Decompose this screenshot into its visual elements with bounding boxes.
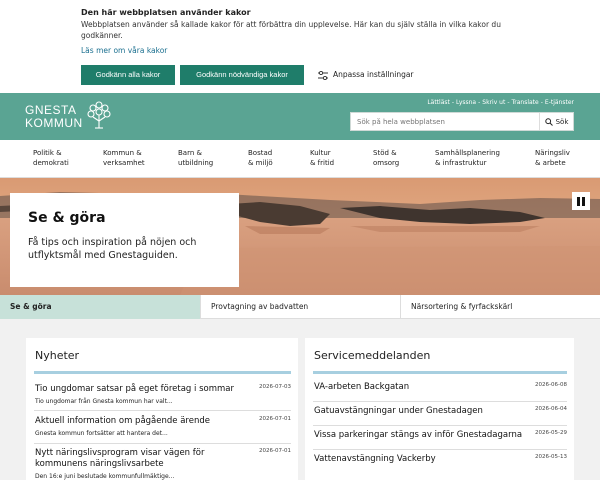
news-item-date: 2026-07-03 [259,384,291,390]
news-item-summary: Tio ungdomar från Gnesta kommun har valt… [35,398,173,405]
nav-item-children-education[interactable]: Barn & utbildning [178,148,213,168]
nav-label-line2: verksamhet [103,159,145,167]
nav-item-housing-environment[interactable]: Bostad & miljö [248,148,273,168]
news-item[interactable]: Aktuell information om pågående ärende 2… [34,416,291,444]
service-item-title: Vissa parkeringar stängs av inför Gnesta… [314,430,523,440]
cookie-description: Webbplatsen använder så kallade kakor fö… [81,20,501,40]
nav-label-line2: demokrati [33,159,69,167]
nav-label-line2: & infrastruktur [435,159,487,167]
top-link-separator: - [478,99,481,106]
sub-nav: Se & göra Provtagning av badvatten Närso… [0,295,600,319]
site-logo[interactable]: GNESTA KOMMUN [25,100,115,132]
subnav-item[interactable]: Närsortering & fyrfackskärl [400,295,600,319]
service-item[interactable]: Gatuavstängningar under Gnestadagen 2026… [313,402,567,426]
nav-item-politics[interactable]: Politik & demokrati [33,148,69,168]
nav-label-line2: & fritid [310,159,335,167]
nav-label-line2: utbildning [178,159,214,167]
pause-icon [582,196,585,206]
top-link-separator: - [451,99,455,106]
top-link-e-services[interactable]: E-tjänster [545,99,574,106]
cookie-read-more-link[interactable]: Läs mer om våra kakor [81,46,167,55]
news-item-summary: Den 16:e juni beslutade kommunfullmäktig… [35,473,175,480]
subnav-item[interactable]: Provtagning av badvatten [200,295,400,319]
nav-label-line1: Barn & [178,149,202,157]
nav-label-line1: Näringsliv [535,149,570,157]
news-divider [34,371,291,374]
cookie-settings-label: Anpassa inställningar [333,70,414,79]
accept-necessary-cookies-button[interactable]: Godkänn nödvändiga kakor [180,65,304,85]
service-item[interactable]: VA-arbeten Backgatan 2026-06-08 [313,378,567,402]
service-item-title: Vattenavstängning Vackerby [314,454,436,464]
top-link-print[interactable]: Skriv ut [482,99,505,106]
service-divider [313,371,567,374]
nav-item-business-work[interactable]: Näringsliv & arbete [535,148,570,168]
nav-label-line2: & arbete [535,159,566,167]
pause-button[interactable] [572,192,590,210]
nav-label-line1: Stöd & [373,149,397,157]
nav-label-line1: Samhällsplanering [435,149,500,157]
search-button[interactable]: Sök [539,113,573,130]
nav-item-support-care[interactable]: Stöd & omsorg [373,148,399,168]
cookie-settings-button[interactable]: Anpassa inställningar [318,66,414,84]
service-item-title: Gatuavstängningar under Gnestadagen [314,406,483,416]
search-input[interactable] [351,113,539,130]
top-links: Lättläst - Lyssna - Skriv ut - Translate… [427,99,574,106]
service-item[interactable]: Vissa parkeringar stängs av inför Gnesta… [313,426,567,450]
sliders-icon [318,70,328,80]
nav-label-line1: Kultur [310,149,331,157]
news-item[interactable]: Nytt näringslivsprogram visar vägen för … [34,448,291,480]
nav-label-line1: Bostad [248,149,273,157]
service-item[interactable]: Vattenavstängning Vackerby 2026-05-13 [313,450,567,474]
nav-item-culture-leisure[interactable]: Kultur & fritid [310,148,334,168]
hero-text: Få tips och inspiration på nöjen och utf… [28,237,197,261]
news-item-summary: Gnesta kommun fortsätter att hantera det… [35,430,168,437]
logo-tree-icon [87,101,111,129]
service-panel: Servicemeddelanden VA-arbeten Backgatan … [305,338,574,480]
nav-label-line1: Politik & [33,149,62,157]
nav-item-planning-infrastructure[interactable]: Samhällsplanering & infrastruktur [435,148,500,168]
service-title: Servicemeddelanden [314,349,431,362]
news-item-title: Tio ungdomar satsar på eget företag i so… [35,384,234,394]
service-item-date: 2026-05-29 [535,430,567,436]
nav-label-line2: omsorg [373,159,400,167]
search-bar: Sök [350,112,574,131]
top-link-separator: - [540,99,543,106]
news-panel: Nyheter Tio ungdomar satsar på eget före… [26,338,298,480]
top-link-separator: - [507,99,510,106]
nav-label-line1: Kommun & [103,149,142,157]
main-nav: Politik & demokrati Kommun & verksamhet Ba… [0,140,600,178]
service-item-date: 2026-06-08 [535,382,567,388]
news-item-title: Nytt näringslivsprogram visar vägen för … [35,448,205,469]
service-item-date: 2026-05-13 [535,454,567,460]
search-icon [544,117,553,126]
news-item-date: 2026-07-01 [259,416,291,422]
news-item-date: 2026-07-01 [259,448,291,454]
hero-title: Se & göra [28,210,106,226]
news-item[interactable]: Tio ungdomar satsar på eget företag i so… [34,384,291,411]
service-item-date: 2026-06-04 [535,406,567,412]
nav-label-line2: & miljö [248,159,273,167]
service-item-title: VA-arbeten Backgatan [314,382,410,392]
logo-text-line1: GNESTA [25,103,77,117]
search-button-label: Sök [555,117,569,126]
pause-icon [577,196,580,206]
subnav-item-active[interactable]: Se & göra [0,295,200,319]
top-link-listen[interactable]: Lyssna [456,99,476,106]
top-link-easy-read[interactable]: Lättläst [427,99,450,106]
cookie-banner: Den här webbplatsen använder kakor Webbp… [0,0,600,93]
nav-item-municipality[interactable]: Kommun & verksamhet [103,148,145,168]
logo-text-line2: KOMMUN [25,116,83,130]
cookie-title: Den här webbplatsen använder kakor [81,8,251,17]
accept-all-cookies-button[interactable]: Godkänn alla kakor [81,65,175,85]
news-title: Nyheter [35,349,80,362]
top-link-translate[interactable]: Translate [511,99,538,106]
hero-card[interactable]: Se & göra Få tips och inspiration på nöj… [10,193,239,287]
news-item-title: Aktuell information om pågående ärende [35,416,210,426]
